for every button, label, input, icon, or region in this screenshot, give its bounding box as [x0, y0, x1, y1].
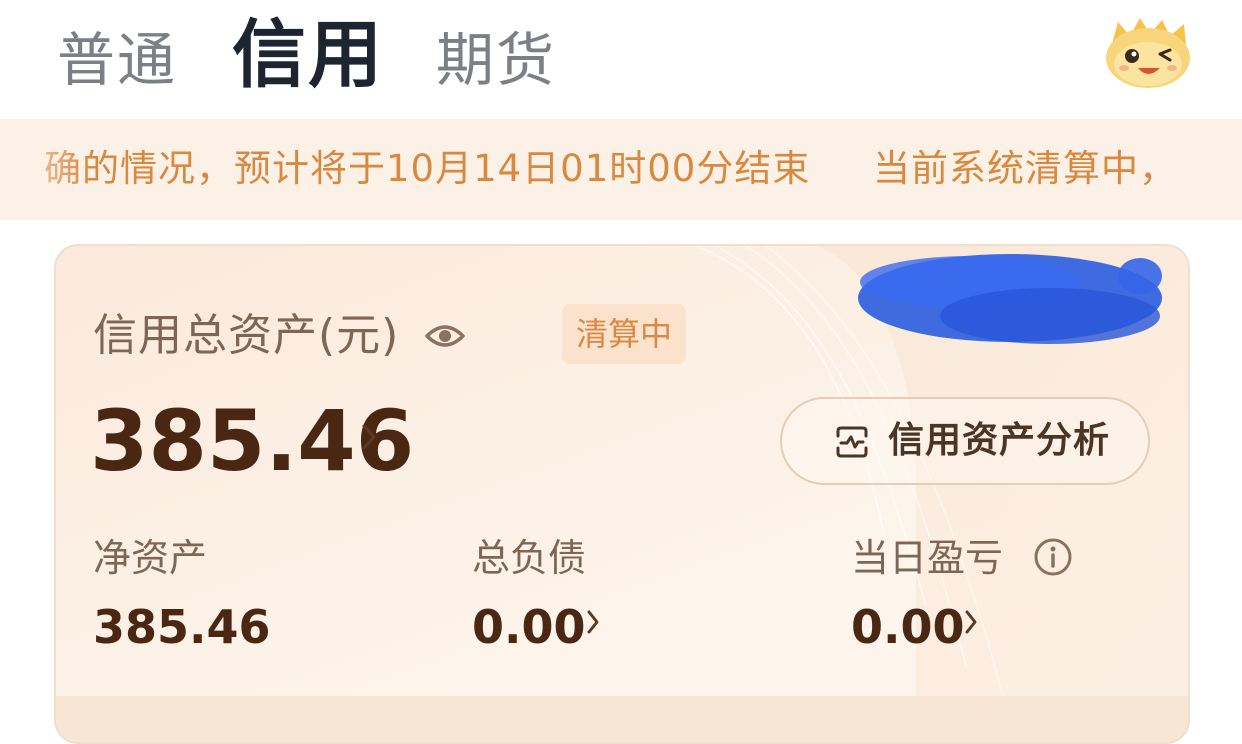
- net-assets-value: 385.46: [93, 600, 271, 654]
- total-liabilities-value[interactable]: 0.00: [472, 602, 586, 652]
- tab-futures[interactable]: 期货: [436, 31, 556, 89]
- daily-pnl-value[interactable]: 0.00: [851, 602, 965, 652]
- chevron-right-icon[interactable]: [586, 609, 600, 635]
- card-bottom-strip: [56, 696, 1188, 742]
- dragon-mascot-icon[interactable]: [1104, 14, 1192, 90]
- chevron-right-icon[interactable]: [964, 609, 978, 635]
- analysis-button-label: 信用资产分析: [888, 420, 1111, 461]
- eye-icon[interactable]: [424, 316, 466, 356]
- credit-total-assets-label: 信用总资产(元): [93, 310, 400, 361]
- chevron-right-icon: [362, 424, 376, 450]
- tab-credit[interactable]: 信用: [232, 18, 384, 92]
- notice-text-segment: 确的情况，预计将于10月14日01时00分结束: [44, 147, 811, 190]
- asset-analysis-icon: [836, 426, 868, 458]
- tab-normal[interactable]: 普通: [57, 31, 177, 89]
- account-type-tabs: 普通 信用 期货: [0, 0, 1242, 118]
- daily-pnl-label: 当日盈亏: [851, 536, 1004, 580]
- net-assets-label: 净资产: [93, 536, 208, 580]
- total-liabilities-label: 总负债: [472, 536, 587, 580]
- notice-text-segment: 当前系统清算中，: [873, 147, 1177, 190]
- credit-asset-analysis-button[interactable]: 信用资产分析: [780, 397, 1150, 485]
- notice-fade: [0, 119, 90, 220]
- info-icon[interactable]: [1033, 537, 1073, 577]
- system-notice-banner[interactable]: 确的情况，预计将于10月14日01时00分结束 当前系统清算中，: [0, 119, 1242, 220]
- status-badge: 清算中: [562, 304, 687, 364]
- credit-asset-card: 信用总资产(元) 清算中 385.46 信用资产分析 净资产 385.46 总负…: [54, 244, 1190, 744]
